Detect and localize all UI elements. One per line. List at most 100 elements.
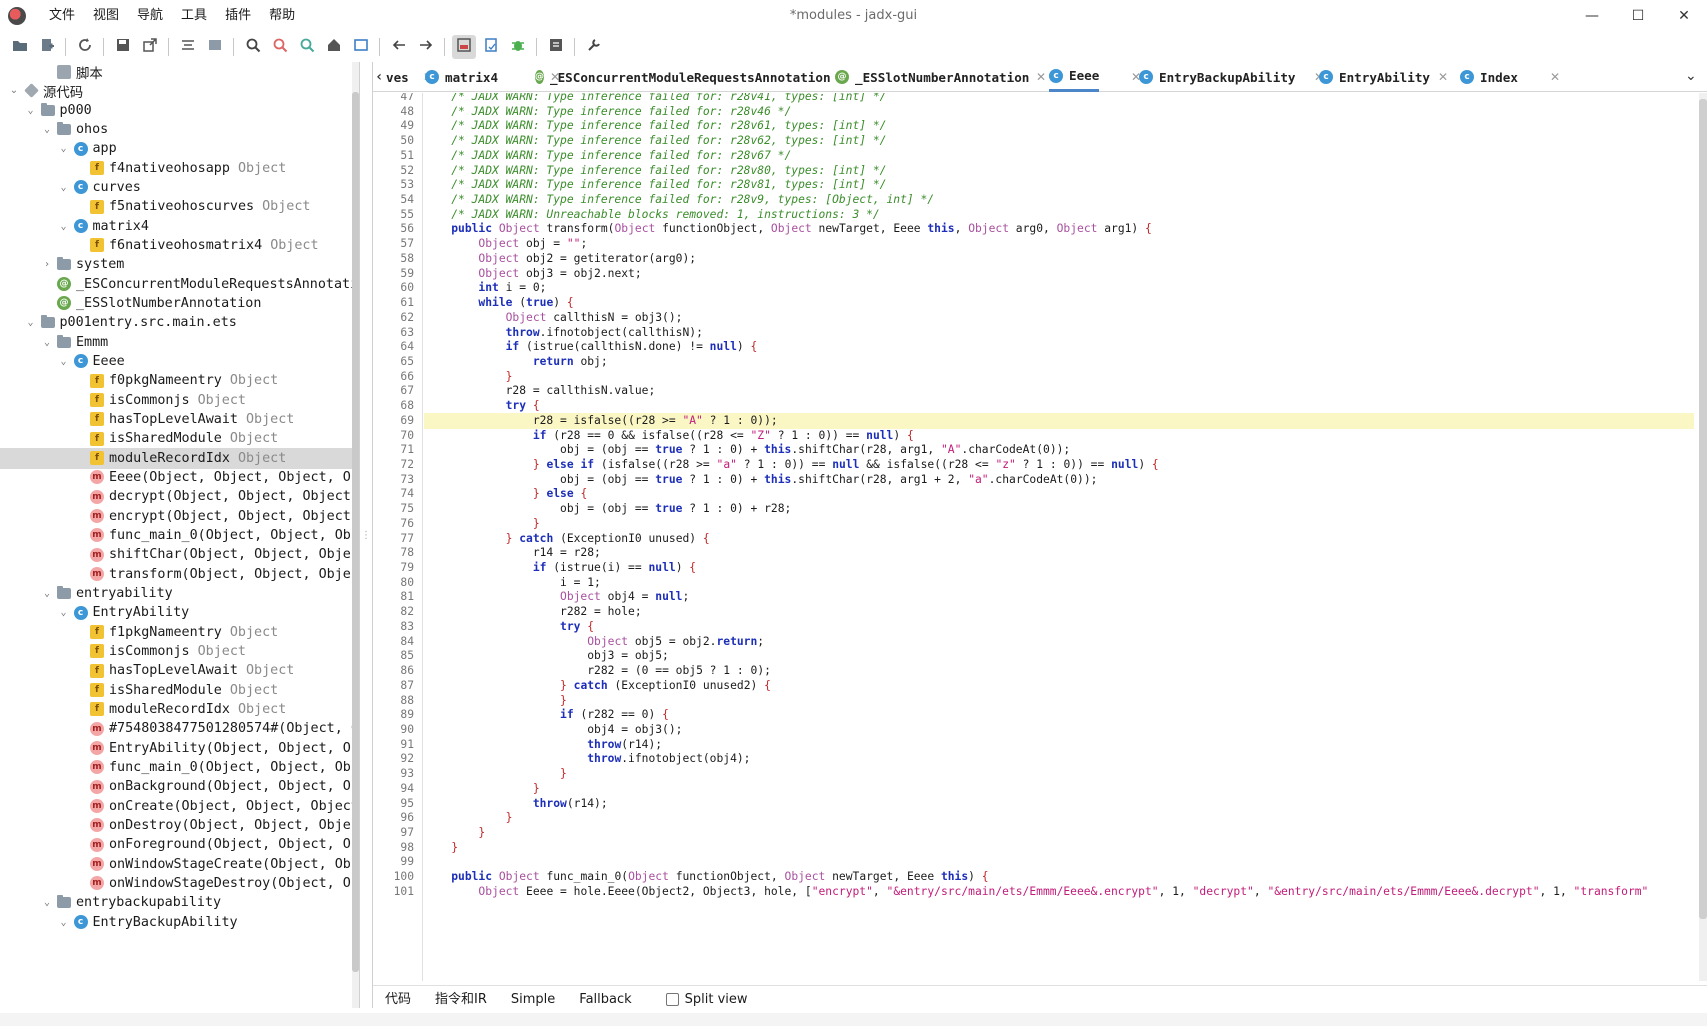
log-viewer-button[interactable] — [544, 35, 568, 59]
split-view-checkbox[interactable] — [665, 993, 679, 1006]
search-button[interactable] — [241, 35, 265, 59]
tab-scroll-left[interactable]: ‹ — [375, 62, 383, 92]
panel-splitter[interactable]: ⋮ — [360, 62, 373, 1008]
code-line[interactable]: /* JADX WARN: Type inference failed for:… — [424, 192, 1694, 208]
bottom-tab-0[interactable]: 代码 — [373, 986, 423, 1014]
code-line[interactable]: if (r282 == 0) { — [424, 707, 1694, 723]
tree-node[interactable]: f moduleRecordIdx Object — [0, 699, 358, 720]
maximize-button[interactable]: ☐ — [1615, 0, 1661, 32]
code-line[interactable]: /* JADX WARN: Type inference failed for:… — [424, 148, 1694, 164]
minimize-button[interactable]: — — [1569, 0, 1615, 32]
settings-button[interactable] — [582, 35, 606, 59]
menu-item-1[interactable]: 视图 — [84, 0, 128, 32]
tree-node[interactable]: f isCommonjs Object — [0, 641, 358, 662]
tab-entryability[interactable]: c EntryAbility — [1319, 62, 1430, 92]
add-files-button[interactable] — [35, 35, 59, 59]
code-line[interactable]: obj3 = obj5; — [424, 648, 1694, 664]
code-line[interactable]: /* JADX WARN: Unreachable blocks removed… — [424, 207, 1694, 223]
tree-node[interactable]: ⌄ 源代码 — [0, 80, 358, 101]
code-line[interactable]: Object obj4 = null; — [424, 589, 1694, 605]
chevron-down-icon[interactable]: ⌄ — [58, 355, 70, 367]
bottom-tab-2[interactable]: Simple — [499, 986, 567, 1014]
tree-node[interactable]: m #754803847750128057​4#(Object, C — [0, 718, 359, 739]
tree-node[interactable]: f f6nativeohosmatrix4 Object — [0, 235, 358, 256]
menu-item-4[interactable]: 插件 — [216, 0, 260, 32]
code-line[interactable]: public Object func_main_0(Object functio… — [424, 869, 1694, 885]
code-line[interactable]: throw(r14); — [424, 796, 1694, 812]
chevron-down-icon[interactable]: ⌄ — [58, 220, 70, 232]
tree-node[interactable]: m onCreate(Object, Object, Object — [0, 796, 359, 817]
tree-node[interactable]: m func_main_0(Object, Object, Obj — [0, 525, 359, 546]
code-line[interactable]: r282 = hole; — [424, 604, 1694, 620]
tree-node[interactable]: ⌄ c Eeee — [0, 351, 358, 372]
tree-node[interactable]: m onWindowStageDestroy(Object, Ob — [0, 873, 359, 894]
code-line[interactable]: /* JADX WARN: Type inference failed for:… — [424, 163, 1694, 179]
code-line[interactable]: } else if (isfalse((r28 >= "a" ? 1 : 0))… — [424, 457, 1694, 473]
code-line[interactable]: i = 1; — [424, 575, 1694, 591]
code-line[interactable]: obj = (obj == true ? 1 : 0) + this.shift… — [424, 442, 1694, 458]
tree-node[interactable]: m onForeground(Object, Object, Ob — [0, 834, 359, 855]
code-scrollbar[interactable] — [1699, 93, 1707, 981]
chevron-down-icon[interactable]: ⌄ — [41, 336, 53, 348]
code-line[interactable]: } — [424, 810, 1694, 826]
flatten-packages-button[interactable] — [203, 35, 227, 59]
deobfuscation-button[interactable] — [349, 35, 373, 59]
tree-node[interactable]: @ _ESConcurrentModuleRequestsAnnotati — [0, 274, 358, 295]
tab-index[interactable]: c Index — [1460, 62, 1518, 92]
code-line[interactable]: Object Eeee = hole.Eeee(Object2, Object3… — [424, 884, 1694, 900]
bottom-tab-3[interactable]: Fallback — [567, 986, 643, 1014]
code-line[interactable]: } catch (ExceptionI0 unused2) { — [424, 678, 1694, 694]
forward-button[interactable] — [414, 35, 438, 59]
code-line[interactable]: if (r28 == 0 && isfalse((r28 <= "Z" ? 1 … — [424, 428, 1694, 444]
tab-matrix4[interactable]: c matrix4 — [425, 62, 498, 92]
menu-item-3[interactable]: 工具 — [172, 0, 216, 32]
tree-node[interactable]: f hasTopLevelAwait Object — [0, 660, 358, 681]
split-view-toggle[interactable]: Split view — [665, 992, 748, 1007]
code-line[interactable]: if (istrue(i) == null) { — [424, 560, 1694, 576]
chevron-down-icon[interactable]: ⌄ — [58, 607, 70, 619]
quick-tabs-button[interactable] — [451, 35, 476, 59]
tab--esconcurrentmodulerequestsannotation[interactable]: @ _ESConcurrentModuleRequestsAnnotation — [535, 62, 831, 92]
tab-eeee[interactable]: c Eeee — [1049, 62, 1100, 92]
tree-node[interactable]: f hasTopLevelAwait Object — [0, 409, 358, 430]
tree-scrollbar-thumb[interactable] — [352, 92, 359, 972]
tree-node[interactable]: m shiftChar(Object, Object, Objec — [0, 544, 359, 565]
back-button[interactable] — [387, 35, 411, 59]
code-line[interactable] — [424, 854, 1694, 870]
tree-node[interactable]: 脚本 — [0, 62, 358, 82]
tree-node[interactable]: › system — [0, 254, 358, 275]
save-button[interactable] — [111, 35, 135, 59]
menu-item-5[interactable]: 帮助 — [260, 0, 304, 32]
reload-button[interactable] — [73, 35, 97, 59]
tree-node[interactable]: m onWindowStageCreate(Object, Obj — [0, 854, 359, 875]
tree-node[interactable]: f f4nativeohosapp Object — [0, 158, 358, 179]
code-line[interactable]: } — [424, 781, 1694, 797]
code-line[interactable]: while (true) { — [424, 295, 1694, 311]
tree-node[interactable]: ⌄ Emmm — [0, 332, 358, 353]
tree-node[interactable]: m transform(Object, Object, Objec — [0, 564, 359, 585]
chevron-down-icon[interactable]: ⌄ — [25, 104, 37, 116]
code-line[interactable]: Object obj = ""; — [424, 236, 1694, 252]
tree-node[interactable]: m decrypt(Object, Object, Object, — [0, 486, 359, 507]
tree-node[interactable]: f isSharedModule Object — [0, 680, 358, 701]
tree-node[interactable]: ⌄ ohos — [0, 119, 358, 140]
code-line[interactable]: Object obj5 = obj2.return; — [424, 634, 1694, 650]
tree-node[interactable]: m onDestroy(Object, Object, Objec — [0, 815, 359, 836]
tree-node[interactable]: ⌄ c app — [0, 138, 358, 159]
tab-close-icon[interactable]: ✕ — [1550, 70, 1560, 84]
code-line[interactable]: obj = (obj == true ? 1 : 0) + r28; — [424, 501, 1694, 517]
menu-item-2[interactable]: 导航 — [128, 0, 172, 32]
code-line[interactable]: /* JADX WARN: Type inference failed for:… — [424, 104, 1694, 120]
chevron-down-icon[interactable]: ⌄ — [41, 587, 53, 599]
code-line[interactable]: } — [424, 766, 1694, 782]
code-line[interactable]: throw.ifnotobject(obj4); — [424, 751, 1694, 767]
chevron-down-icon[interactable]: ⌄ — [58, 916, 70, 928]
tree-node[interactable]: ⌄ c EntryAbility — [0, 602, 358, 623]
chevron-down-icon[interactable]: ⌄ — [1685, 68, 1697, 84]
home-button[interactable] — [322, 35, 346, 59]
code-line[interactable]: int i = 0; — [424, 280, 1694, 296]
project-tree[interactable]: 脚本 ⌄ 源代码 ⌄ p000 ⌄ ohos ⌄ c app f f4nativeohosapp Obj… — [0, 62, 360, 1008]
code-line[interactable]: return obj; — [424, 354, 1694, 370]
tree-node[interactable]: ⌄ c matrix4 — [0, 216, 358, 237]
tree-node[interactable]: ⌄ p001entry.src.main.ets — [0, 312, 358, 333]
